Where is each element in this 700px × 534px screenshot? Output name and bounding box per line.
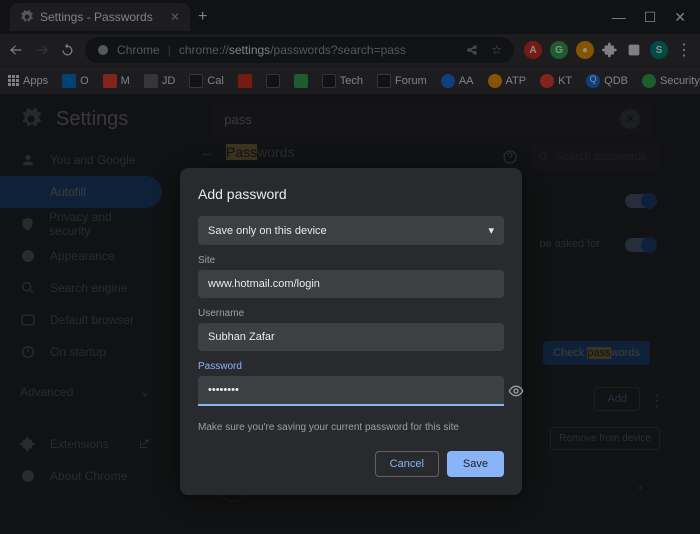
site-input[interactable] [198, 270, 504, 298]
site-label: Site [198, 255, 504, 266]
cancel-button[interactable]: Cancel [375, 451, 439, 477]
save-button[interactable]: Save [447, 451, 504, 477]
username-label: Username [198, 308, 504, 319]
password-label: Password [198, 361, 504, 372]
add-password-modal: Add password Save only on this device ▾ … [180, 168, 522, 495]
username-input[interactable] [198, 323, 504, 351]
modal-title: Add password [198, 186, 504, 202]
save-location-select[interactable]: Save only on this device ▾ [198, 216, 504, 245]
dropdown-arrow-icon: ▾ [488, 224, 494, 237]
password-input[interactable] [198, 376, 504, 406]
help-text: Make sure you're saving your current pas… [198, 422, 504, 433]
show-password-icon[interactable] [508, 383, 524, 404]
